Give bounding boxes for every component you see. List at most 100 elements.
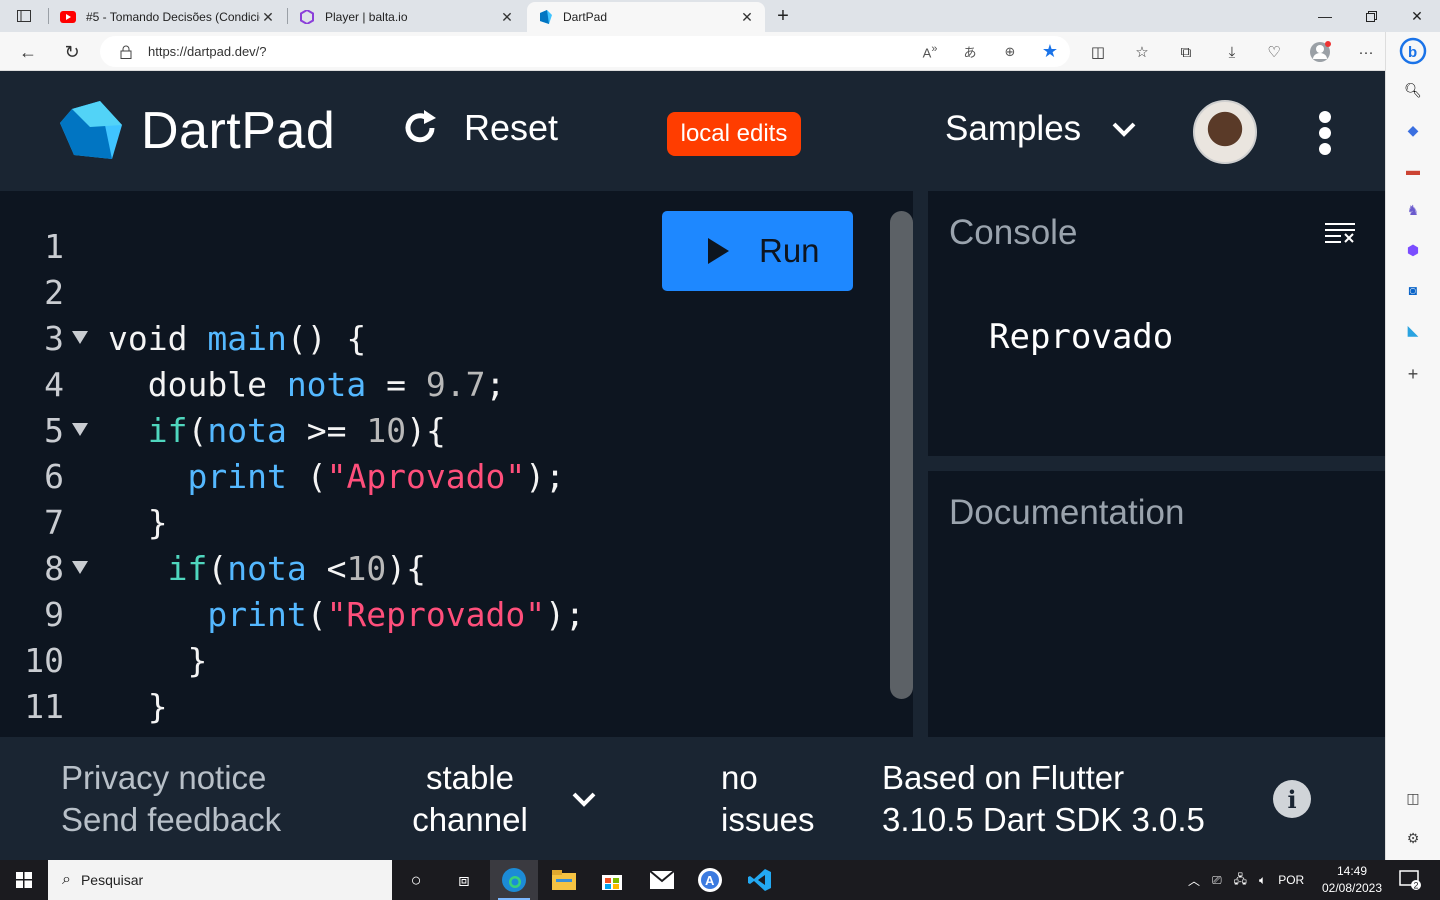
send-feedback-link[interactable]: Send feedback — [61, 799, 281, 841]
issues-text: no — [721, 759, 758, 796]
channel-selector[interactable]: stable channel — [409, 757, 531, 847]
zoom-icon[interactable]: ⊕ — [990, 44, 1030, 60]
bing-chat-icon[interactable]: b — [1398, 36, 1428, 66]
task-view-icon[interactable]: ⧈ — [440, 860, 488, 900]
back-icon[interactable]: ← — [14, 38, 42, 66]
tab-actions-icon[interactable] — [0, 0, 48, 32]
read-aloud-icon[interactable]: A» — [910, 43, 950, 60]
taskbar-clock[interactable]: 14:49 02/08/2023 — [1316, 863, 1388, 897]
games-icon[interactable]: ♞ — [1403, 200, 1423, 220]
local-edits-badge: local edits — [667, 112, 801, 156]
console-output: Reprovado — [989, 317, 1174, 357]
edge-sidebar: b 🔍︎ ◆ ▬ ♞ ⬢ ◙ ◣ + ◫ ⚙ — [1385, 32, 1440, 860]
line-number: 4 — [44, 365, 64, 404]
store-icon[interactable] — [588, 860, 636, 900]
fold-arrow-icon[interactable] — [72, 561, 88, 574]
search-icon[interactable]: 🔍︎ — [1403, 80, 1423, 100]
office-icon[interactable]: ⬢ — [1403, 240, 1423, 260]
more-options-icon[interactable] — [1317, 111, 1333, 155]
close-icon[interactable]: ✕ — [499, 9, 515, 26]
meet-now-icon[interactable]: ⎚ — [1212, 873, 1222, 888]
code-line[interactable]: print ("Aprovado"); — [108, 454, 585, 500]
close-window-icon[interactable]: ✕ — [1394, 0, 1440, 32]
downloads-icon[interactable]: ⤓ — [1218, 38, 1246, 66]
tab-youtube[interactable]: #5 - Tomando Decisões (Condicionais) ✕ — [50, 2, 286, 32]
tools-icon[interactable]: ▬ — [1403, 160, 1423, 180]
outlook-icon[interactable]: ◙ — [1403, 280, 1423, 300]
dartpad-header: DartPad Reset local edits Samples — [0, 71, 1385, 191]
shopping-tag-icon[interactable]: ◆ — [1403, 120, 1423, 140]
code-line[interactable]: if(nota <10){ — [108, 546, 585, 592]
code-line[interactable]: ​ — [108, 224, 585, 270]
new-tab-button[interactable]: + — [764, 0, 802, 32]
settings-icon[interactable]: ⚙ — [1403, 828, 1423, 848]
file-explorer-icon[interactable] — [540, 860, 588, 900]
more-options-icon[interactable]: ··· — [1352, 38, 1380, 66]
translate-icon[interactable]: あ — [950, 42, 990, 61]
info-icon[interactable]: i — [1273, 780, 1311, 818]
fold-arrow-icon[interactable] — [72, 423, 88, 436]
panel-divider[interactable] — [928, 456, 1385, 471]
mail-icon[interactable] — [638, 860, 686, 900]
run-label: Run — [759, 232, 820, 269]
collections-icon[interactable]: ⧉ — [1172, 38, 1200, 66]
edge-taskbar-icon[interactable] — [490, 860, 538, 900]
favorites-icon[interactable]: ☆ — [1128, 38, 1156, 66]
samples-dropdown[interactable]: Samples — [945, 109, 1137, 149]
code-line[interactable]: print("Reprovado"); — [108, 592, 585, 638]
performance-icon[interactable]: ♡ — [1260, 38, 1288, 66]
samples-label: Samples — [945, 109, 1082, 148]
reset-button[interactable]: Reset — [400, 107, 558, 149]
chevron-down-icon[interactable] — [571, 786, 597, 812]
restore-icon[interactable] — [1348, 0, 1394, 32]
cortana-icon[interactable]: ○ — [392, 860, 440, 900]
taskbar-search[interactable]: ⌕ Pesquisar — [48, 860, 392, 900]
issues-status[interactable]: no issues — [721, 757, 815, 841]
language-indicator[interactable]: POR — [1278, 873, 1304, 887]
avatar[interactable] — [1193, 100, 1257, 164]
close-icon[interactable]: ✕ — [260, 9, 276, 26]
code-line[interactable]: double nota = 9.7; — [108, 362, 585, 408]
fold-arrow-icon[interactable] — [72, 331, 88, 344]
notifications-icon[interactable]: 2 — [1390, 860, 1430, 900]
system-tray: ︿ ⎚ 🖧︎ 🔈︎ POR — [1188, 860, 1304, 900]
reset-label: Reset — [464, 107, 559, 148]
console-panel: Console Reprovado — [928, 191, 1385, 456]
code-content[interactable]: ​​void main() { double nota = 9.7; if(no… — [108, 224, 585, 730]
code-line[interactable]: void main() { — [108, 316, 585, 362]
clock-time: 14:49 — [1336, 864, 1368, 878]
balta-icon — [299, 9, 315, 25]
android-studio-icon[interactable]: A — [686, 860, 734, 900]
privacy-notice-link[interactable]: Privacy notice — [61, 757, 281, 799]
channel-label: channel — [412, 801, 528, 838]
version-info: Based on Flutter 3.10.5 Dart SDK 3.0.5 — [882, 757, 1205, 841]
tab-balta[interactable]: Player | balta.io ✕ — [289, 2, 525, 32]
network-icon[interactable]: 🖧︎ — [1234, 870, 1247, 891]
code-line[interactable]: } — [108, 684, 585, 730]
close-icon[interactable]: ✕ — [739, 9, 755, 26]
tab-label: DartPad — [563, 10, 608, 24]
run-button[interactable]: Run — [662, 211, 853, 291]
drop-icon[interactable]: ◣ — [1403, 320, 1423, 340]
tab-dartpad[interactable]: DartPad ✕ — [527, 2, 765, 32]
panel-divider[interactable] — [913, 191, 928, 737]
code-line[interactable]: if(nota >= 10){ — [108, 408, 585, 454]
profile-icon[interactable] — [1306, 38, 1334, 66]
editor-scrollbar[interactable] — [890, 211, 913, 699]
add-icon[interactable]: + — [1403, 364, 1423, 384]
issues-text: issues — [721, 801, 815, 838]
show-hidden-icons-icon[interactable]: ︿ — [1188, 872, 1200, 889]
code-line[interactable]: } — [108, 638, 585, 684]
split-screen-icon[interactable]: ◫ — [1084, 38, 1112, 66]
vscode-icon[interactable] — [736, 860, 784, 900]
minimize-icon[interactable]: — — [1302, 0, 1348, 32]
code-line[interactable]: ​ — [108, 270, 585, 316]
refresh-icon[interactable]: ↻ — [58, 38, 86, 66]
volume-icon[interactable]: 🔈︎ — [1259, 873, 1266, 888]
url-field[interactable]: https://dartpad.dev/? A» あ ⊕ ★ — [100, 36, 1070, 67]
windows-start-icon[interactable] — [0, 860, 48, 900]
code-line[interactable]: } — [108, 500, 585, 546]
favorite-star-icon[interactable]: ★ — [1030, 41, 1070, 62]
sidebar-toggle-icon[interactable]: ◫ — [1403, 788, 1423, 808]
clear-console-icon[interactable] — [1325, 221, 1355, 245]
